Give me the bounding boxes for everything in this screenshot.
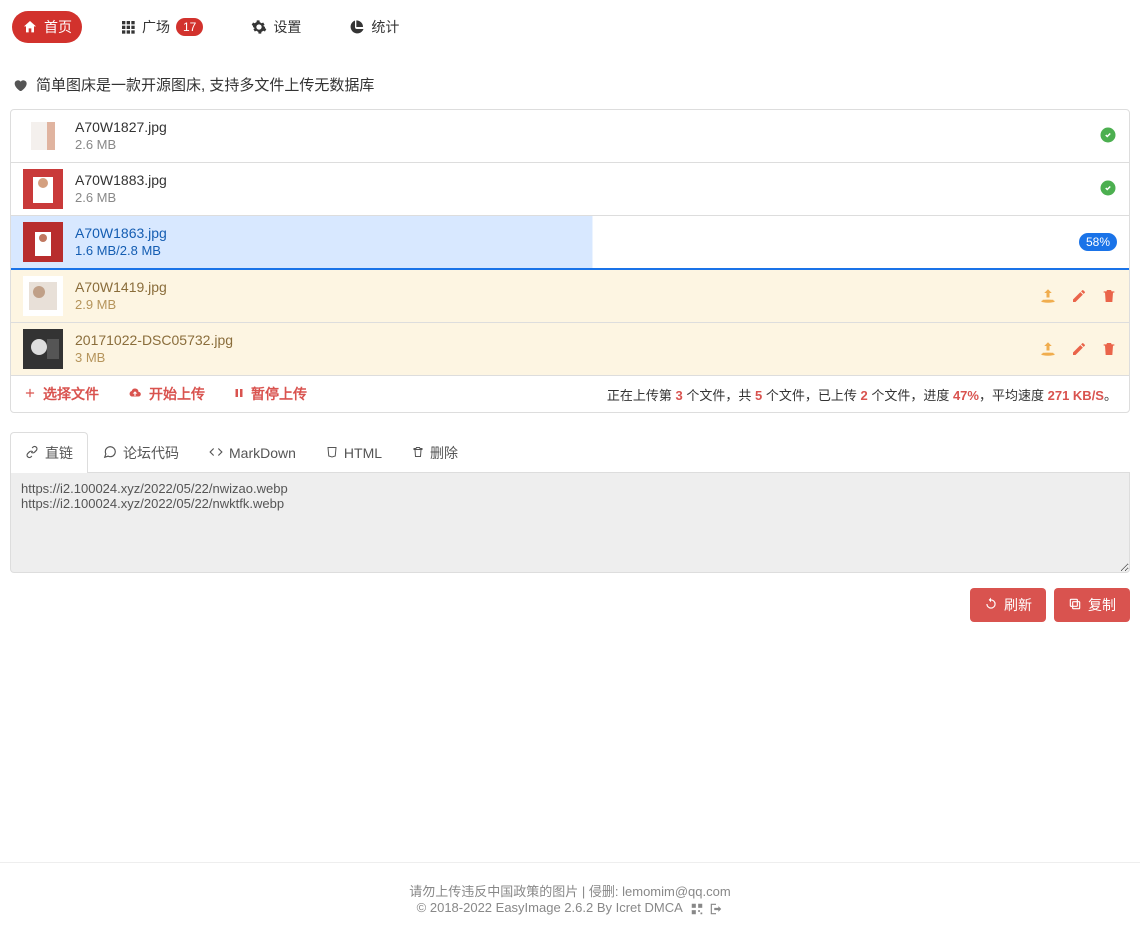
file-thumbnail	[23, 329, 63, 369]
file-name: A70W1883.jpg	[75, 171, 1087, 189]
file-size: 1.6 MB/2.8 MB	[75, 243, 1067, 260]
file-row: A70W1419.jpg 2.9 MB	[11, 270, 1129, 323]
file-thumbnail	[23, 222, 63, 262]
file-thumbnail	[23, 169, 63, 209]
refresh-icon	[984, 597, 998, 614]
tab-markdown-label: MarkDown	[229, 445, 296, 461]
qr-icon[interactable]	[690, 902, 704, 916]
upload-toolbar: 选择文件 开始上传 暂停上传 正在上传第 3 个文件，共 5 个文件，已上传 2…	[11, 376, 1129, 412]
file-row: 20171022-DSC05732.jpg 3 MB	[11, 323, 1129, 376]
tab-markdown[interactable]: MarkDown	[194, 432, 311, 473]
upload-status: 正在上传第 3 个文件，共 5 个文件，已上传 2 个文件，进度 47%，平均速…	[607, 385, 1117, 404]
tab-direct[interactable]: 直链	[10, 432, 88, 473]
pie-chart-icon	[349, 19, 365, 35]
trash-icon[interactable]	[1101, 341, 1117, 357]
edit-icon[interactable]	[1071, 341, 1087, 357]
file-size: 3 MB	[75, 350, 1027, 367]
nav-stats[interactable]: 统计	[339, 11, 409, 43]
select-files-label: 选择文件	[43, 384, 99, 404]
nav-settings[interactable]: 设置	[241, 11, 311, 43]
pause-upload-label: 暂停上传	[251, 384, 307, 404]
footer: 请勿上传违反中国政策的图片 | 侵删: lemomim@qq.com © 201…	[0, 862, 1140, 932]
cloud-upload-icon	[127, 386, 143, 403]
home-icon	[22, 19, 38, 35]
nav-settings-label: 设置	[273, 17, 301, 37]
trash-icon	[412, 445, 424, 462]
top-nav: 首页 广场 17 设置 统计	[0, 0, 1140, 54]
file-size: 2.6 MB	[75, 137, 1087, 154]
upload-icon[interactable]	[1039, 287, 1057, 305]
logout-icon[interactable]	[709, 902, 723, 916]
file-size: 2.6 MB	[75, 190, 1087, 207]
refresh-button[interactable]: 刷新	[970, 588, 1046, 622]
copy-label: 复制	[1088, 595, 1116, 615]
file-size: 2.9 MB	[75, 297, 1027, 314]
file-row: A70W1827.jpg 2.6 MB	[11, 110, 1129, 163]
start-upload-label: 开始上传	[149, 384, 205, 404]
upload-panel: A70W1827.jpg 2.6 MB A70W1883.jpg 2.6 MB	[10, 109, 1130, 413]
upload-icon[interactable]	[1039, 340, 1057, 358]
tagline: 简单图床是一款开源图床, 支持多文件上传无数据库	[12, 74, 1130, 95]
file-name: A70W1863.jpg	[75, 224, 1067, 242]
tab-direct-label: 直链	[45, 443, 73, 463]
comment-icon	[103, 445, 117, 462]
html5-icon	[326, 445, 338, 462]
link-tabs: 直链 论坛代码 MarkDown HTML 删除	[10, 431, 1130, 473]
plus-icon	[23, 386, 37, 403]
heart-icon	[12, 77, 28, 93]
progress-badge: 58%	[1079, 233, 1117, 251]
copy-button[interactable]: 复制	[1054, 588, 1130, 622]
grid-icon	[120, 19, 136, 35]
links-textarea[interactable]	[10, 473, 1130, 573]
pause-icon	[233, 386, 245, 403]
tab-html[interactable]: HTML	[311, 432, 397, 473]
nav-plaza[interactable]: 广场 17	[110, 11, 213, 43]
tab-delete-label: 删除	[430, 443, 458, 463]
file-name: A70W1827.jpg	[75, 118, 1087, 136]
start-upload-button[interactable]: 开始上传	[127, 384, 205, 404]
tab-bbcode-label: 论坛代码	[123, 443, 179, 463]
footer-email-link[interactable]: lemomim@qq.com	[622, 884, 731, 899]
nav-plaza-label: 广场	[142, 17, 170, 37]
nav-home-label: 首页	[44, 17, 72, 37]
footer-credits-link[interactable]: EasyImage 2.6.2 By Icret	[496, 900, 641, 915]
edit-icon[interactable]	[1071, 288, 1087, 304]
file-thumbnail	[23, 116, 63, 156]
trash-icon[interactable]	[1101, 288, 1117, 304]
tagline-text: 简单图床是一款开源图床, 支持多文件上传无数据库	[36, 74, 374, 95]
tab-delete[interactable]: 删除	[397, 432, 473, 473]
nav-plaza-badge: 17	[176, 18, 203, 36]
file-row: A70W1863.jpg 1.6 MB/2.8 MB 58%	[11, 216, 1129, 270]
copy-icon	[1068, 597, 1082, 614]
link-icon	[25, 445, 39, 462]
check-circle-icon	[1099, 179, 1117, 200]
file-row: A70W1883.jpg 2.6 MB	[11, 163, 1129, 216]
nav-home[interactable]: 首页	[12, 11, 82, 43]
refresh-label: 刷新	[1004, 595, 1032, 615]
gear-icon	[251, 19, 267, 35]
file-name: A70W1419.jpg	[75, 278, 1027, 296]
select-files-button[interactable]: 选择文件	[23, 384, 99, 404]
tab-html-label: HTML	[344, 445, 382, 461]
pause-upload-button[interactable]: 暂停上传	[233, 384, 307, 404]
file-thumbnail	[23, 276, 63, 316]
check-circle-icon	[1099, 126, 1117, 147]
tab-bbcode[interactable]: 论坛代码	[88, 432, 194, 473]
file-name: 20171022-DSC05732.jpg	[75, 331, 1027, 349]
nav-stats-label: 统计	[371, 17, 399, 37]
code-icon	[209, 445, 223, 462]
